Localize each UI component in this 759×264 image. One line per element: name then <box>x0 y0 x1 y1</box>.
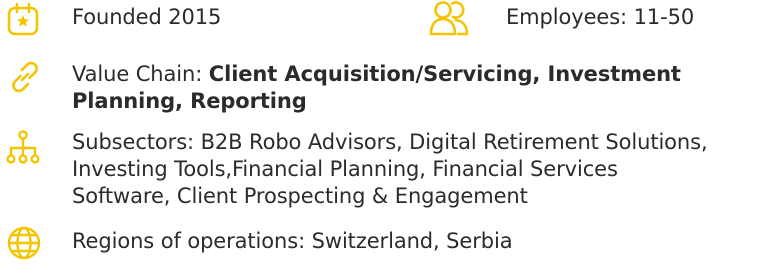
people-icon <box>428 0 470 38</box>
link-icon <box>8 60 42 94</box>
subsectors-line1: Subsectors: B2B Robo Advisors, Digital R… <box>72 130 708 154</box>
calendar-star-icon <box>6 2 40 36</box>
value-chain-line1: Value Chain: Client Acquisition/Servicin… <box>72 61 681 88</box>
employees-text: Employees: 11-50 <box>506 5 695 29</box>
value-chain-value-line1: Client Acquisition/Servicing, Investment <box>208 62 681 86</box>
value-chain-label: Value Chain: <box>72 62 209 86</box>
globe-icon <box>6 225 42 261</box>
hierarchy-icon <box>6 130 40 166</box>
value-chain-value-line2: Planning, Reporting <box>72 89 307 113</box>
subsectors-line2: Investing Tools,Financial Planning, Fina… <box>72 157 618 181</box>
regions-text: Regions of operations: Switzerland, Serb… <box>72 229 513 253</box>
founded-text: Founded 2015 <box>72 5 222 29</box>
subsectors-line3: Software, Client Prospecting & Engagemen… <box>72 184 528 208</box>
